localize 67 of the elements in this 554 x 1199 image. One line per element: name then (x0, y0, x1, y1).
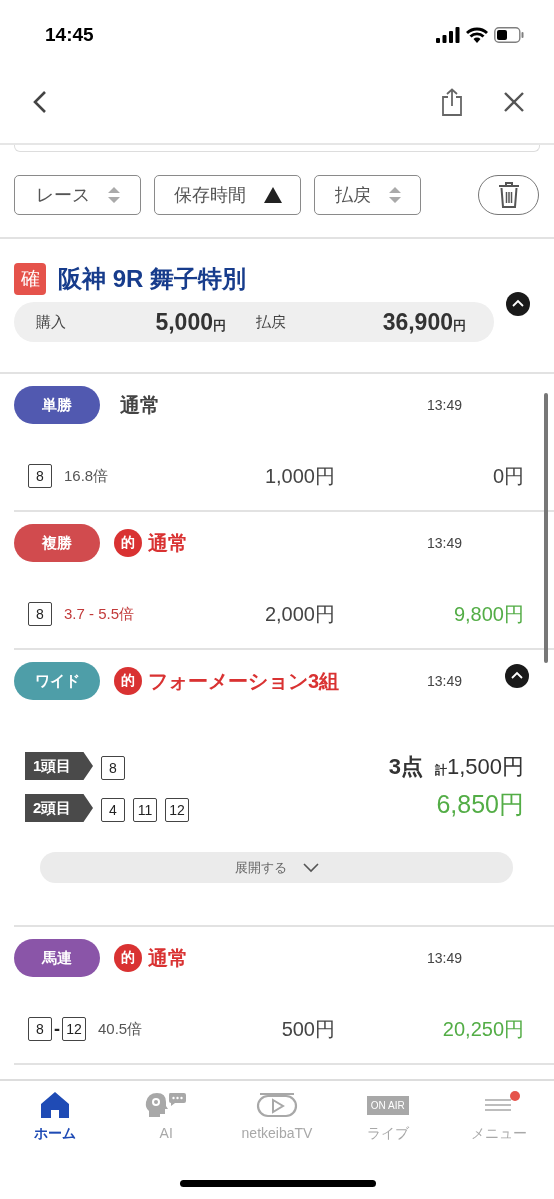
hit-badge: 的 (114, 667, 142, 695)
odds: 40.5倍 (98, 1019, 143, 1039)
bet-time: 13:49 (427, 535, 464, 551)
bet-method: 通常 (120, 392, 160, 418)
total-label: 計 (434, 763, 447, 779)
payout-label: 払戻 (256, 312, 286, 332)
bet-method: フォーメーション3組 (148, 668, 340, 694)
odds: 16.8倍 (64, 466, 109, 486)
payout-amount: 0円 (491, 463, 524, 489)
bet-type-badge: ワイド (14, 662, 100, 700)
horse-number: 12 (165, 798, 189, 822)
trash-icon (497, 182, 520, 208)
on-air-badge: ON AIR (366, 1095, 409, 1115)
bet-time: 13:49 (427, 950, 464, 966)
collapse-icon[interactable] (505, 664, 529, 688)
head-gear-icon (145, 1091, 188, 1119)
chevron-down-icon (302, 862, 319, 873)
collapse-icon[interactable] (506, 292, 530, 316)
payout-amount: 9,800円 (452, 601, 524, 627)
status-badge: 確 (14, 263, 46, 295)
bet-type-badge: 馬連 (14, 939, 100, 977)
points-count: 3点 (388, 753, 423, 781)
horse-number: 8 (101, 756, 125, 780)
close-icon[interactable] (503, 90, 525, 113)
play-screen-icon (256, 1092, 298, 1118)
payout-amount: 36,900円 (381, 308, 466, 336)
stake-amount: 500円 (280, 1016, 335, 1042)
purchase-label: 購入 (36, 312, 66, 332)
bet-time: 13:49 (427, 397, 464, 413)
sort-button[interactable]: 払戻 (314, 175, 421, 215)
sort-button[interactable]: レース (14, 175, 141, 215)
horse-number: 4 (101, 798, 125, 822)
bet-method: 通常 (148, 945, 188, 971)
bet-type-badge: 複勝 (14, 524, 100, 562)
tab-item[interactable]: ホーム (0, 1081, 111, 1151)
bet-time: 13:49 (427, 673, 464, 689)
stake-amount: 1,000円 (263, 463, 335, 489)
horse-number: 8 (28, 464, 52, 488)
horse-number: 12 (62, 1017, 86, 1041)
horse-number: 8 (28, 602, 52, 626)
home-icon (40, 1091, 71, 1119)
status-time: 14:45 (45, 23, 95, 46)
race-title: 阪神 9R 舞子特別 (58, 264, 246, 294)
joiner-dash: - (54, 1018, 60, 1040)
horse-number: 11 (133, 798, 157, 822)
bet-method: 通常 (148, 530, 188, 556)
purchase-amount: 5,000円 (154, 308, 226, 336)
hit-badge: 的 (114, 529, 142, 557)
delete-button[interactable] (478, 175, 539, 215)
hit-badge: 的 (114, 944, 142, 972)
bet-type-badge: 単勝 (14, 386, 100, 424)
sort-button[interactable]: 保存時間 (154, 175, 301, 215)
signal-icon (436, 27, 460, 43)
share-icon[interactable] (441, 87, 463, 116)
leg-label: 2頭目 (25, 794, 93, 822)
leg-label: 1頭目 (25, 752, 93, 780)
battery-icon (494, 27, 524, 43)
wifi-icon (466, 27, 488, 43)
total-amount: 1,500円 (446, 753, 524, 781)
stake-amount: 2,000円 (263, 601, 335, 627)
odds: 3.7 - 5.5倍 (64, 604, 135, 624)
payout-amount: 20,250円 (441, 1016, 524, 1042)
back-icon[interactable] (32, 89, 48, 114)
expand-button[interactable]: 展開する (40, 852, 513, 883)
payout-amount: 6,850円 (436, 789, 524, 820)
menu-icon (483, 1097, 514, 1113)
horse-number: 8 (28, 1017, 52, 1041)
